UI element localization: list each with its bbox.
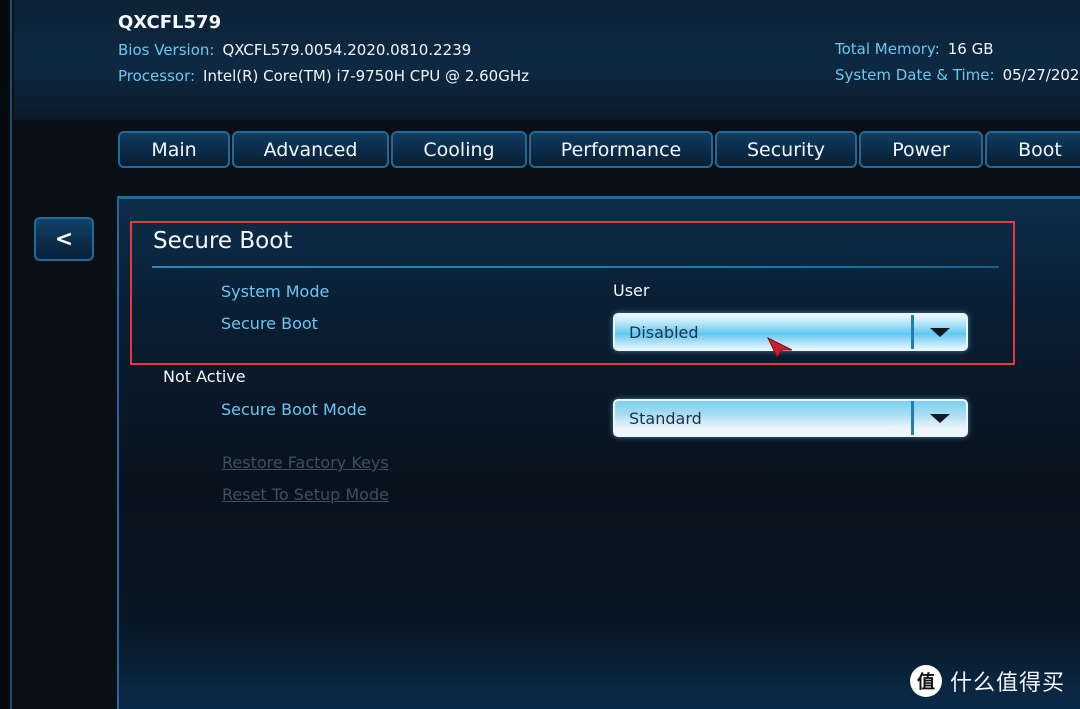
secure-boot-mode-dropdown[interactable]: Standard xyxy=(613,399,968,437)
watermark-text: 什么值得买 xyxy=(950,671,1066,696)
tab-security[interactable]: Security xyxy=(715,131,857,168)
watermark: 值 什么值得买 xyxy=(910,665,1065,697)
dropdown-arrow-button[interactable] xyxy=(914,401,966,435)
datetime-label: System Date & Time: xyxy=(835,66,995,84)
processor-row: Processor: Intel(R) Core(TM) i7-9750H CPU… xyxy=(118,67,529,85)
secure-boot-mode-label: Secure Boot Mode xyxy=(221,400,367,419)
tab-power[interactable]: Power xyxy=(859,131,983,168)
bios-version-row: Bios Version: QXCFL579.0054.2020.0810.223… xyxy=(118,41,471,59)
section-title: Secure Boot xyxy=(153,228,293,254)
secure-boot-label: Secure Boot xyxy=(221,314,318,333)
section-divider xyxy=(152,266,999,268)
tab-boot[interactable]: Boot xyxy=(985,131,1080,168)
memory-value: 16 GB xyxy=(947,40,994,58)
dropdown-arrow-button[interactable] xyxy=(914,315,966,349)
model-name: QXCFL579 xyxy=(118,12,222,33)
datetime-value: 05/27/202 xyxy=(1002,66,1080,84)
system-mode-label: System Mode xyxy=(221,282,330,301)
secure-boot-status: Not Active xyxy=(163,367,246,386)
caret-down-icon xyxy=(930,327,950,337)
processor-label: Processor: xyxy=(118,67,196,85)
back-button[interactable]: < xyxy=(34,217,94,261)
bios-version-value: QXCFL579.0054.2020.0810.2239 xyxy=(222,41,472,59)
mouse-cursor-icon xyxy=(766,336,793,358)
restore-factory-keys-link: Restore Factory Keys xyxy=(222,453,389,472)
tab-cooling[interactable]: Cooling xyxy=(391,131,527,168)
memory-row: Total Memory: 16 GB xyxy=(835,40,994,58)
tab-bar: Main Advanced Cooling Performance Securi… xyxy=(118,131,1080,169)
secure-boot-mode-selected-value: Standard xyxy=(629,408,702,428)
datetime-row: System Date & Time: 05/27/202 xyxy=(835,66,1079,84)
caret-down-icon xyxy=(930,413,950,423)
secure-boot-selected-value: Disabled xyxy=(629,322,699,342)
reset-to-setup-mode-link: Reset To Setup Mode xyxy=(222,485,389,504)
bios-version-label: Bios Version: xyxy=(118,41,215,59)
processor-value: Intel(R) Core(TM) i7-9750H CPU @ 2.60GHz xyxy=(203,67,529,85)
watermark-logo-icon: 值 xyxy=(910,665,942,697)
tab-main[interactable]: Main xyxy=(118,131,230,168)
screen-bezel xyxy=(0,0,12,709)
tab-advanced[interactable]: Advanced xyxy=(232,131,389,168)
system-mode-value: User xyxy=(613,281,650,300)
tab-performance[interactable]: Performance xyxy=(529,131,713,168)
memory-label: Total Memory: xyxy=(835,40,940,58)
